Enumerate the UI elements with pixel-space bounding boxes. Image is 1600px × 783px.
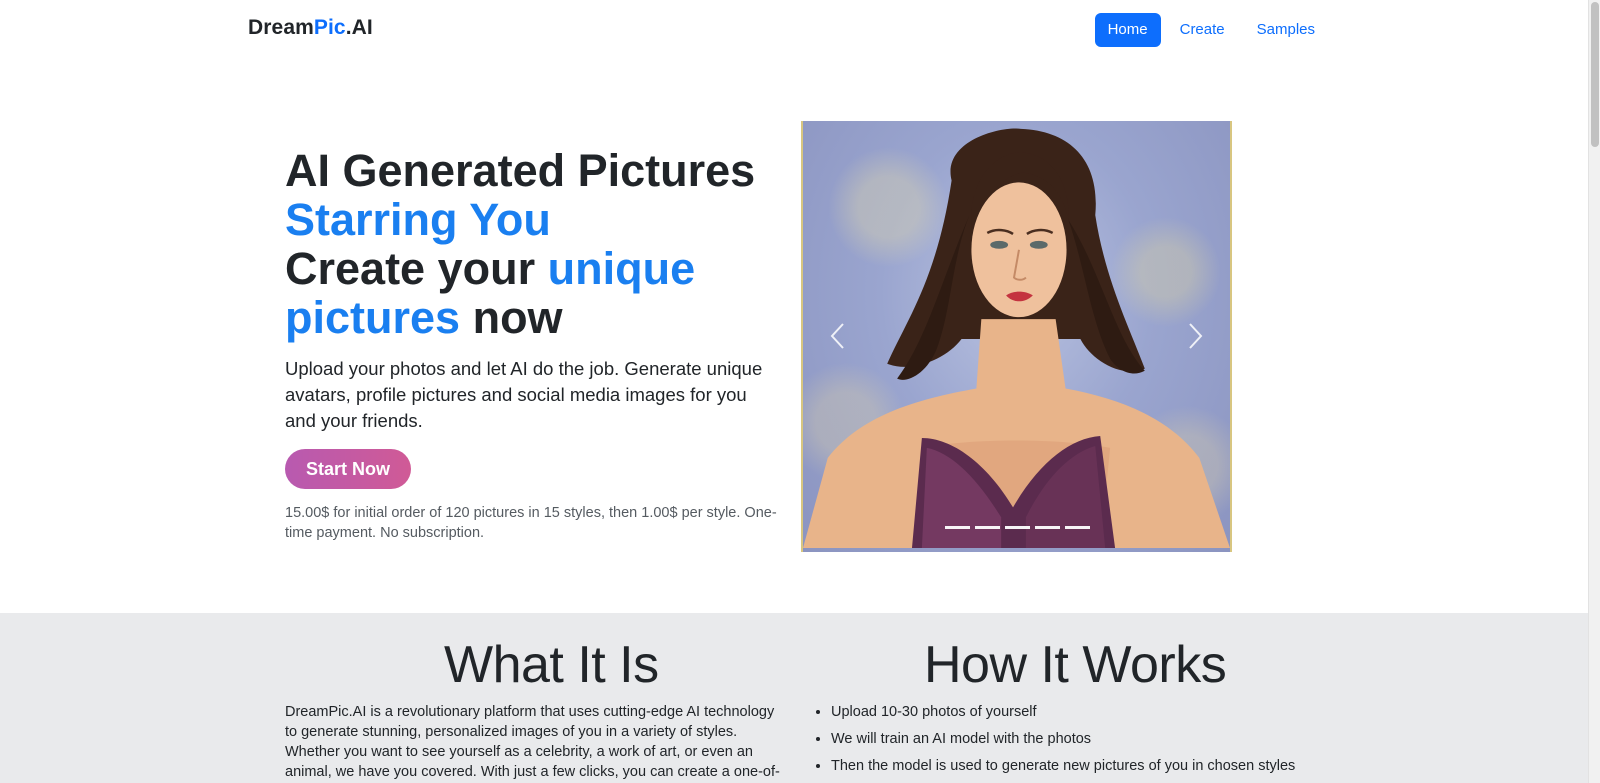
how-step-1: Upload 10-30 photos of yourself <box>831 702 1311 729</box>
what-it-is-body: DreamPic.AI is a revolutionary platform … <box>285 704 780 780</box>
how-step-3: Then the model is used to generate new p… <box>831 756 1311 783</box>
carousel-indicators <box>945 526 1090 529</box>
start-now-button[interactable]: Start Now <box>285 449 412 489</box>
navbar: DreamPic.AI Home Create Samples <box>0 0 1588 60</box>
what-it-is-title: What It Is <box>444 636 659 694</box>
main-nav: Home Create Samples <box>1094 13 1328 47</box>
scrollbar-thumb[interactable] <box>1591 2 1599 147</box>
chevron-right-icon[interactable] <box>1180 316 1210 356</box>
carousel-indicator-4[interactable] <box>1035 526 1060 529</box>
nav-create[interactable]: Create <box>1167 13 1238 47</box>
carousel-indicator-3[interactable] <box>1005 526 1030 529</box>
headline-line-1: AI Generated Pictures <box>285 145 756 196</box>
hero-carousel <box>801 121 1232 552</box>
headline-line-2: Starring You <box>285 194 551 245</box>
carousel-indicator-1[interactable] <box>945 526 970 529</box>
page-scrollbar[interactable] <box>1588 0 1600 783</box>
how-it-works-title: How It Works <box>924 636 1227 694</box>
carousel-indicator-5[interactable] <box>1065 526 1090 529</box>
price-note: 15.00$ for initial order of 120 pictures… <box>285 505 777 541</box>
brand-part-dream: Dream <box>248 16 314 39</box>
carousel-indicator-2[interactable] <box>975 526 1000 529</box>
chevron-left-icon[interactable] <box>823 316 853 356</box>
headline-line-4b: now <box>472 292 563 343</box>
hero-text: AI Generated Pictures Starring You Creat… <box>285 146 785 543</box>
portrait-image <box>803 128 1230 548</box>
headline-line-3a: Create your <box>285 243 536 294</box>
info-section: What It Is How It Works DreamPic.AI is a… <box>0 613 1588 783</box>
headline-line-3b: unique <box>547 243 696 294</box>
brand-logo[interactable]: DreamPic.AI <box>248 16 373 40</box>
hero-lead: Upload your photos and let AI do the job… <box>285 358 763 431</box>
brand-part-ai: .AI <box>345 16 373 39</box>
hero-headline: AI Generated Pictures Starring You Creat… <box>285 146 785 342</box>
nav-samples[interactable]: Samples <box>1244 13 1328 47</box>
brand-part-pic: Pic <box>313 16 346 39</box>
how-it-works-list: Upload 10-30 photos of yourself We will … <box>831 702 1311 783</box>
nav-home[interactable]: Home <box>1094 13 1161 47</box>
headline-line-4a: pictures <box>285 292 461 343</box>
how-step-2: We will train an AI model with the photo… <box>831 729 1311 756</box>
